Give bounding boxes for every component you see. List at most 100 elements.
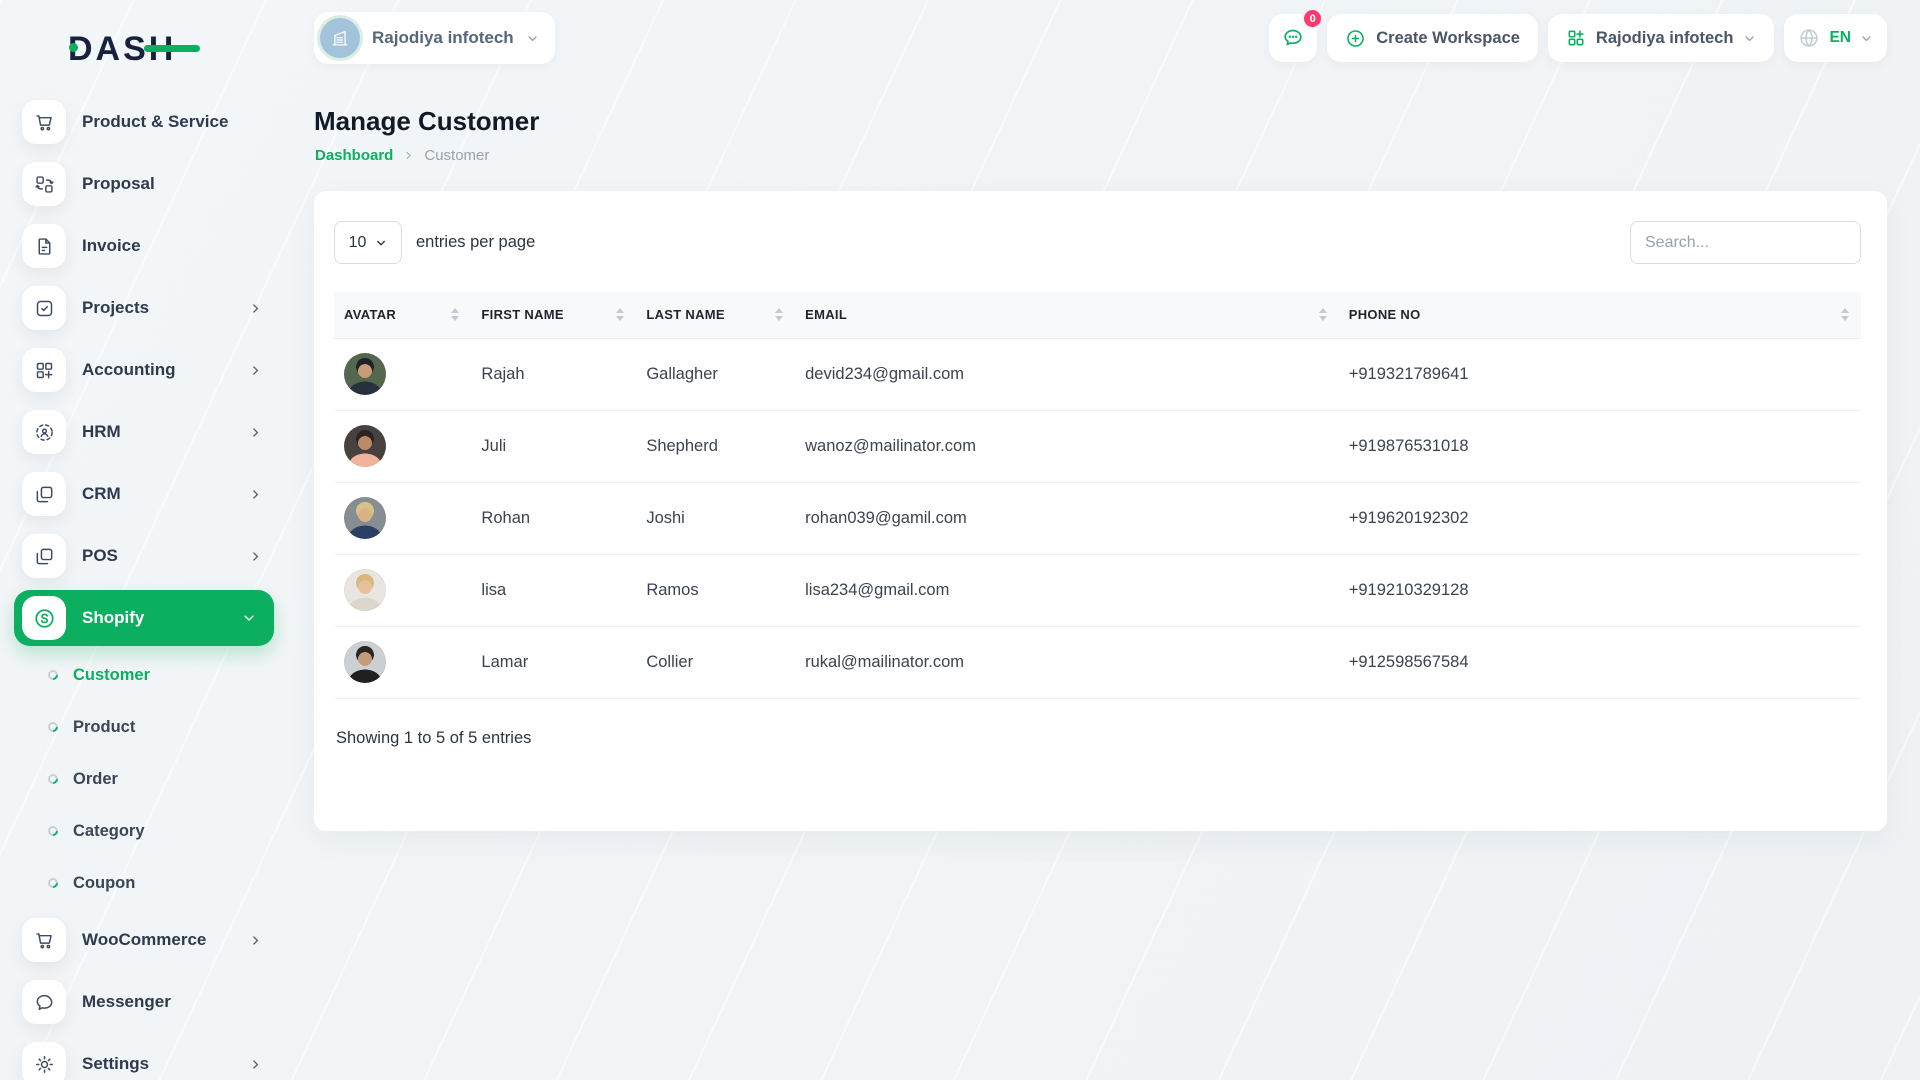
sort-icon xyxy=(451,308,461,321)
chevron-right-icon xyxy=(249,364,262,377)
sort-icon xyxy=(1841,308,1851,321)
sidebar-item-shopify[interactable]: Shopify xyxy=(14,590,274,646)
dash-logo: DASH xyxy=(68,30,176,68)
entries-per-page-label: entries per page xyxy=(416,233,535,252)
sidebar-item-invoice[interactable]: Invoice xyxy=(0,215,288,277)
cell-last-name: Ramos xyxy=(636,554,795,626)
language-label: EN xyxy=(1829,29,1851,47)
cart-icon xyxy=(22,918,66,962)
cell-email: devid234@gmail.com xyxy=(795,338,1339,410)
cell-phone: +919321789641 xyxy=(1339,338,1861,410)
sidebar-item-crm[interactable]: CRM xyxy=(0,463,288,525)
avatar xyxy=(344,425,386,467)
logo-link[interactable]: DASH xyxy=(68,30,176,69)
cell-email: lisa234@gmail.com xyxy=(795,554,1339,626)
sidebar: DASH Product & Service Proposal xyxy=(0,0,288,1080)
sidebar-subitem-customer[interactable]: Customer xyxy=(0,649,288,701)
sidebar-item-settings[interactable]: Settings xyxy=(0,1033,288,1080)
column-header-first-name[interactable]: FIRST NAME xyxy=(471,292,636,338)
entries-per-page-select[interactable]: 10 xyxy=(334,221,402,264)
table-row: Rajah Gallagher devid234@gmail.com +9193… xyxy=(334,338,1861,410)
bullet-icon xyxy=(46,772,60,786)
customers-table: AVATAR FIRST NAME xyxy=(334,292,1861,699)
table-controls: 10 entries per page xyxy=(334,221,1861,264)
table-row: lisa Ramos lisa234@gmail.com +9192103291… xyxy=(334,554,1861,626)
cell-email: rukal@mailinator.com xyxy=(795,626,1339,698)
cell-phone: +919620192302 xyxy=(1339,482,1861,554)
avatar xyxy=(344,353,386,395)
cart-icon xyxy=(22,100,66,144)
sidebar-subitem-order[interactable]: Order xyxy=(0,753,288,805)
cell-first-name: lisa xyxy=(471,554,636,626)
sidebar-item-pos[interactable]: POS xyxy=(0,525,288,587)
cell-phone: +912598567584 xyxy=(1339,626,1861,698)
chevron-down-icon xyxy=(1743,32,1756,45)
sort-icon xyxy=(616,308,626,321)
invoice-icon xyxy=(22,224,66,268)
workspace-label: Rajodiya infotech xyxy=(372,28,514,48)
company-dropdown[interactable]: Rajodiya infotech xyxy=(1548,14,1775,62)
column-header-phone-no[interactable]: PHONE NO xyxy=(1339,292,1861,338)
cell-first-name: Rohan xyxy=(471,482,636,554)
column-header-last-name[interactable]: LAST NAME xyxy=(636,292,795,338)
cell-last-name: Collier xyxy=(636,626,795,698)
check-square-icon xyxy=(22,286,66,330)
sidebar-item-projects[interactable]: Projects xyxy=(0,277,288,339)
breadcrumb-current: Customer xyxy=(424,147,489,164)
language-dropdown[interactable]: EN xyxy=(1784,14,1887,62)
search-input[interactable] xyxy=(1630,221,1861,264)
chat-icon xyxy=(22,980,66,1024)
sidebar-item-hrm[interactable]: HRM xyxy=(0,401,288,463)
plus-circle-icon xyxy=(1345,28,1366,49)
sidebar-menu: Product & Service Proposal Invoice xyxy=(0,91,288,1080)
sidebar-subitem-product[interactable]: Product xyxy=(0,701,288,753)
chevron-down-icon xyxy=(375,237,387,249)
breadcrumb-dashboard-link[interactable]: Dashboard xyxy=(315,147,393,164)
avatar xyxy=(344,569,386,611)
workspace-selector[interactable]: Rajodiya infotech xyxy=(314,12,555,64)
globe-icon xyxy=(1798,27,1820,49)
entries-value: 10 xyxy=(349,234,367,252)
cell-last-name: Shepherd xyxy=(636,410,795,482)
cell-first-name: Juli xyxy=(471,410,636,482)
chat-dots-icon xyxy=(1281,26,1305,50)
sidebar-item-accounting[interactable]: Accounting xyxy=(0,339,288,401)
table-row: Rohan Joshi rohan039@gamil.com +91962019… xyxy=(334,482,1861,554)
breadcrumb-separator-icon xyxy=(403,150,414,161)
sidebar-item-messenger[interactable]: Messenger xyxy=(0,971,288,1033)
avatar xyxy=(344,497,386,539)
cell-phone: +919210329128 xyxy=(1339,554,1861,626)
cell-last-name: Gallagher xyxy=(636,338,795,410)
column-header-email[interactable]: EMAIL xyxy=(795,292,1339,338)
sidebar-item-product-service[interactable]: Product & Service xyxy=(0,91,288,153)
chevron-down-icon xyxy=(1860,32,1873,45)
cell-last-name: Joshi xyxy=(636,482,795,554)
gear-icon xyxy=(22,1042,66,1080)
cell-email: rohan039@gamil.com xyxy=(795,482,1339,554)
sidebar-item-woocommerce[interactable]: WooCommerce xyxy=(0,909,288,971)
sort-icon xyxy=(775,308,785,321)
table-summary: Showing 1 to 5 of 5 entries xyxy=(336,729,1861,748)
chevron-right-icon xyxy=(249,934,262,947)
chevron-right-icon xyxy=(249,1058,262,1071)
sidebar-subitem-coupon[interactable]: Coupon xyxy=(0,857,288,909)
bullet-icon xyxy=(46,720,60,734)
building-icon xyxy=(320,18,360,58)
grid-plus-icon xyxy=(22,348,66,392)
sidebar-subitem-category[interactable]: Category xyxy=(0,805,288,857)
swap-grid-icon xyxy=(22,162,66,206)
person-dashed-circle-icon xyxy=(22,410,66,454)
chevron-down-icon xyxy=(242,611,256,625)
bullet-icon xyxy=(46,668,60,682)
sidebar-item-proposal[interactable]: Proposal xyxy=(0,153,288,215)
frame-square-icon xyxy=(22,472,66,516)
create-workspace-button[interactable]: Create Workspace xyxy=(1327,14,1538,62)
messenger-button[interactable]: 0 xyxy=(1269,14,1317,62)
sort-icon xyxy=(1319,308,1329,321)
chevron-down-icon xyxy=(526,32,539,45)
chevron-right-icon xyxy=(249,550,262,563)
company-label: Rajodiya infotech xyxy=(1596,29,1734,48)
table-row: Juli Shepherd wanoz@mailinator.com +9198… xyxy=(334,410,1861,482)
column-header-avatar[interactable]: AVATAR xyxy=(334,292,471,338)
create-workspace-label: Create Workspace xyxy=(1376,29,1520,48)
